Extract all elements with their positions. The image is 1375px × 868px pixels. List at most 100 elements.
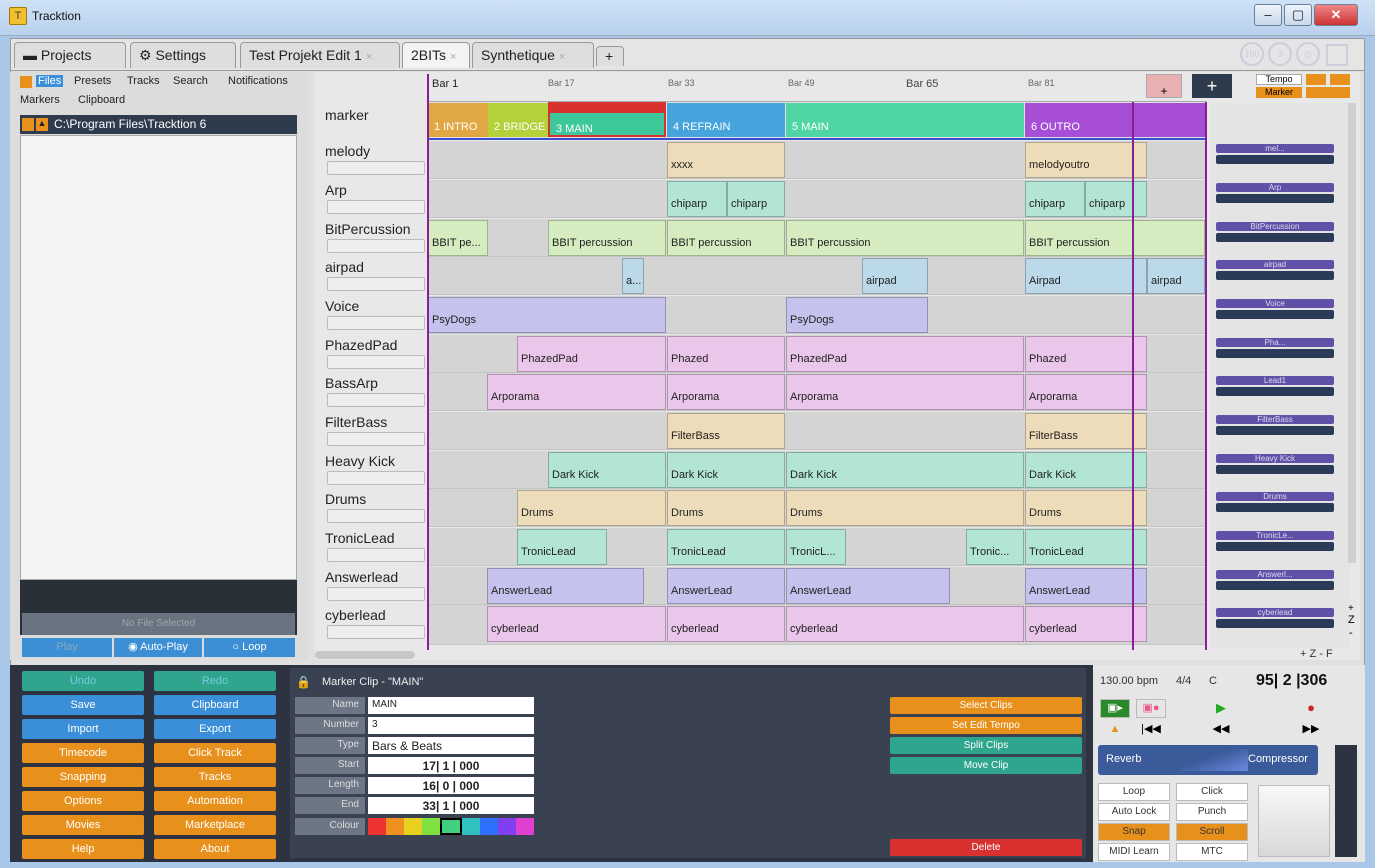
reverb-plugin[interactable]: Reverb (1106, 753, 1141, 765)
fullscreen-icon[interactable] (1326, 44, 1348, 66)
marker-clip[interactable]: 6 OUTRO (1025, 103, 1205, 137)
track-input[interactable] (327, 548, 425, 562)
file-list[interactable] (20, 135, 297, 580)
auto-lock-button[interactable]: Auto Lock (1098, 803, 1170, 821)
track-name[interactable]: TronicLead (325, 530, 425, 546)
tracks-button[interactable]: Tracks (154, 767, 276, 787)
clip[interactable]: Phazed (1025, 336, 1147, 372)
marker-clip[interactable]: 4 REFRAIN (667, 103, 785, 137)
clip[interactable]: FilterBass (667, 413, 785, 449)
help-button[interactable]: Help (22, 839, 144, 859)
tempo-button[interactable]: Tempo (1256, 74, 1302, 85)
track-input[interactable] (327, 393, 425, 407)
clip[interactable]: cyberlead (786, 606, 1024, 642)
clip[interactable]: TronicLead (517, 529, 607, 565)
colour-swatch[interactable] (422, 818, 440, 835)
track-name[interactable]: Answerlead (325, 569, 425, 585)
marker-clip[interactable]: 5 MAIN (786, 103, 1024, 137)
tab-projects[interactable]: ▬ Projects (14, 42, 126, 68)
number-field[interactable]: 3 (368, 717, 534, 734)
clip[interactable]: TronicLead (667, 529, 785, 565)
clip[interactable]: Airpad (1025, 258, 1147, 294)
position-display[interactable]: 95| 2 |306 (1256, 672, 1327, 690)
track-name[interactable]: Heavy Kick (325, 453, 425, 469)
about-button[interactable]: About (154, 839, 276, 859)
track-name[interactable]: BassArp (325, 375, 425, 391)
clip[interactable]: Drums (517, 490, 666, 526)
colour-picker[interactable] (368, 818, 534, 835)
clip[interactable]: AnswerLead (487, 568, 644, 604)
movies-button[interactable]: Movies (22, 815, 144, 835)
timeline-ruler[interactable] (428, 74, 1206, 102)
clip[interactable]: Tronic... (966, 529, 1024, 565)
clip[interactable]: BBIT percussion (786, 220, 1024, 256)
clip[interactable]: cyberlead (1025, 606, 1147, 642)
loop-toggle[interactable]: ○ Loop (204, 638, 295, 657)
clip[interactable]: airpad (1147, 258, 1205, 294)
delete-button[interactable]: Delete (890, 839, 1082, 856)
record-arm-icon[interactable]: ▣▸ (1100, 699, 1130, 718)
track-name[interactable]: melody (325, 143, 425, 159)
horizontal-scrollbar[interactable] (315, 651, 415, 659)
loop-end-marker[interactable] (1205, 102, 1207, 650)
tempo-display[interactable]: 130.00 bpm (1100, 675, 1158, 687)
clip[interactable]: Arporama (667, 374, 785, 410)
browser-tab-search[interactable]: Search (173, 75, 208, 87)
colour-swatch[interactable] (404, 818, 422, 835)
loop-button[interactable]: Loop (1098, 783, 1170, 801)
clip[interactable]: cyberlead (487, 606, 666, 642)
scroll-button[interactable]: Scroll (1176, 823, 1248, 841)
minimize-button[interactable]: – (1254, 4, 1282, 26)
tab-close-icon[interactable]: × (450, 51, 456, 63)
tempo-toggle-icon[interactable] (1306, 74, 1326, 85)
click-track-button[interactable]: Click Track (154, 743, 276, 763)
export-button[interactable]: Export (154, 719, 276, 739)
move-clip-button[interactable]: Move Clip (890, 757, 1082, 774)
clipboard-button[interactable]: Clipboard (154, 695, 276, 715)
compressor-plugin[interactable]: Compressor (1248, 753, 1308, 765)
track-input[interactable] (327, 587, 425, 601)
select-clips-button[interactable]: Select Clips (890, 697, 1082, 714)
plugin-strip[interactable]: FilterBass (1216, 415, 1334, 435)
colour-swatch[interactable] (386, 818, 404, 835)
clip[interactable]: chiparp (667, 181, 727, 217)
track-input[interactable] (327, 509, 425, 523)
clip[interactable]: Dark Kick (786, 452, 1024, 488)
clip[interactable]: AnswerLead (786, 568, 950, 604)
track-input[interactable] (327, 277, 425, 291)
clip[interactable]: TronicL... (786, 529, 846, 565)
maximize-button[interactable]: ▢ (1284, 4, 1312, 26)
track-name[interactable]: Arp (325, 182, 425, 198)
track-input[interactable] (327, 355, 425, 369)
tab-close-icon[interactable]: × (559, 51, 565, 63)
loop-range-marker[interactable]: + (1146, 74, 1182, 98)
playhead[interactable] (1132, 102, 1134, 650)
colour-swatch[interactable] (462, 818, 480, 835)
tab-test-projekt[interactable]: Test Projekt Edit 1 × (240, 42, 400, 68)
folder-icon[interactable] (22, 118, 34, 131)
marker-toggle-icon[interactable] (1330, 74, 1350, 85)
eq-curve[interactable] (1178, 749, 1248, 771)
track-name[interactable]: BitPercussion (325, 221, 425, 237)
tab-settings[interactable]: ⚙ Settings (130, 42, 236, 68)
clip[interactable]: PsyDogs (786, 297, 928, 333)
track-input[interactable] (327, 432, 425, 446)
up-arrow-icon[interactable]: ▲ (36, 118, 48, 131)
browser-toggle-icon[interactable] (20, 76, 32, 88)
marker-button[interactable]: Marker (1256, 87, 1302, 98)
rewind-icon[interactable]: ◀◀ (1176, 721, 1266, 740)
marketplace-button[interactable]: Marketplace (154, 815, 276, 835)
tab-close-icon[interactable]: × (366, 51, 372, 63)
vertical-scrollbar[interactable] (1348, 103, 1356, 563)
options-button[interactable]: Options (22, 791, 144, 811)
midi-learn-button[interactable]: MIDI Learn (1098, 843, 1170, 861)
colour-swatch-selected[interactable] (440, 818, 462, 835)
clip[interactable]: Drums (786, 490, 1024, 526)
browser-tab-markers[interactable]: Markers (20, 94, 60, 106)
close-window-button[interactable]: ✕ (1314, 4, 1358, 26)
track-name[interactable]: FilterBass (325, 414, 425, 430)
clip[interactable]: Arporama (487, 374, 666, 410)
clip[interactable]: AnswerLead (1025, 568, 1147, 604)
clip[interactable]: airpad (862, 258, 928, 294)
punch-record-icon[interactable]: ▣● (1136, 699, 1166, 718)
